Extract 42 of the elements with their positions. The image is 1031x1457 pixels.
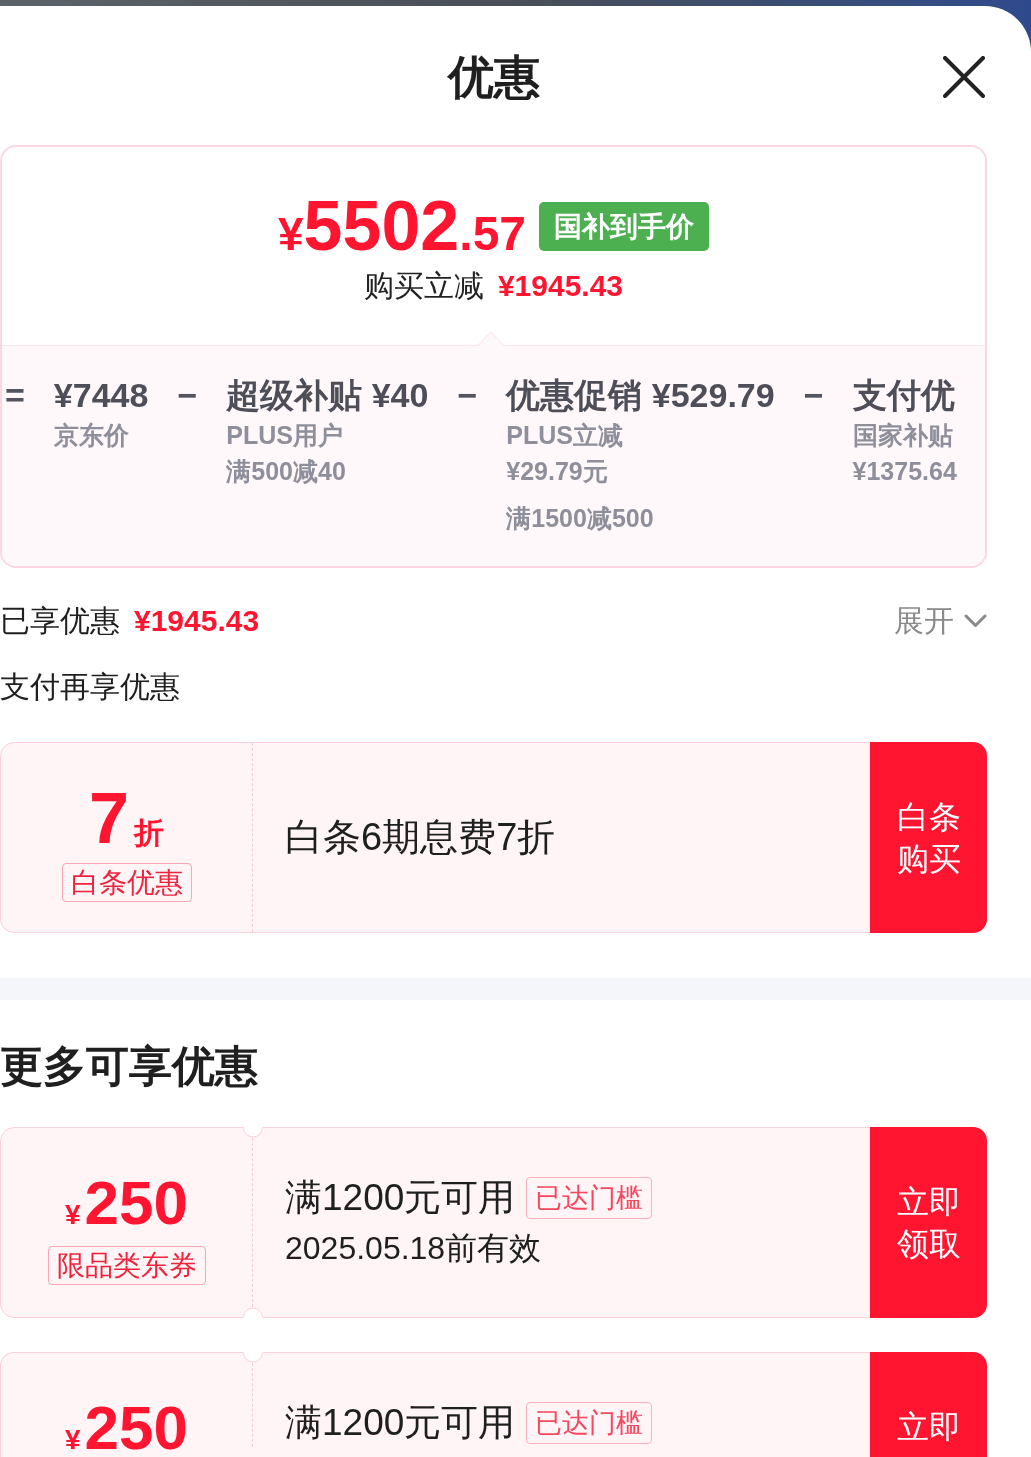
savings-summary-amount: ¥1945.43 bbox=[134, 603, 260, 639]
breakdown-note: ¥1375.64 bbox=[852, 456, 957, 487]
savings-summary-label: 已享优惠 bbox=[0, 603, 120, 639]
voucher-amount: ¥250 bbox=[65, 1400, 188, 1456]
close-button[interactable] bbox=[943, 56, 985, 98]
operator-sign: − bbox=[457, 375, 478, 416]
breakdown-note: 京东价 bbox=[53, 420, 129, 451]
breakdown-note: 国家补贴 bbox=[852, 420, 953, 451]
coupon-condition: 满1200元可用 bbox=[285, 1177, 516, 1219]
breakdown-note: PLUS立减 bbox=[506, 420, 623, 451]
price-badge: 国补到手价 bbox=[539, 201, 710, 251]
breakdown-title: 支付优 bbox=[852, 375, 956, 415]
breakdown-note: 满500减40 bbox=[226, 456, 346, 487]
section-heading: 支付再享优惠 bbox=[0, 669, 180, 705]
breakdown-note: 满1500减500 bbox=[506, 503, 654, 534]
coupon-action-button[interactable]: 白条购买 bbox=[870, 742, 987, 933]
breakdown-title: 优惠促销 ¥529.79 bbox=[506, 375, 775, 415]
coupon-condition: 满1200元可用 bbox=[285, 1402, 516, 1444]
expiry-date: 2025.05.18前有效 bbox=[285, 1229, 542, 1268]
coupon-tag: 限品类东券 bbox=[47, 1246, 206, 1285]
voucher-amount: ¥250 bbox=[65, 1175, 188, 1231]
breakdown-note: PLUS用户 bbox=[226, 420, 343, 451]
breakdown-title: 超级补贴 ¥40 bbox=[226, 375, 429, 415]
operator-sign: − bbox=[177, 375, 198, 416]
sheet-title: 优惠 bbox=[447, 50, 540, 105]
coupon-action-button[interactable]: 立即领取 bbox=[870, 1127, 987, 1318]
threshold-badge: 已达门槛 bbox=[526, 1177, 653, 1219]
breakdown-title: ¥7448 bbox=[53, 375, 149, 415]
coupon-action-button[interactable]: 立即 bbox=[870, 1352, 987, 1457]
discount-rate: 7 折 bbox=[88, 790, 164, 848]
breakdown-note: ¥29.79元 bbox=[506, 456, 608, 487]
threshold-badge: 已达门槛 bbox=[526, 1402, 653, 1444]
expand-toggle[interactable]: 展开 bbox=[894, 603, 987, 639]
savings-amount: ¥1945.43 bbox=[497, 268, 624, 304]
operator-sign: = bbox=[5, 375, 25, 416]
section-heading: 更多可享优惠 bbox=[0, 1041, 258, 1091]
final-price: ¥5502.57 bbox=[277, 190, 527, 262]
close-icon bbox=[943, 56, 985, 98]
coupon-tag: 白条优惠 bbox=[61, 863, 192, 902]
coupon-title: 白条6期息费7折 bbox=[285, 816, 557, 858]
savings-label: 购买立减 bbox=[363, 268, 484, 304]
operator-sign: − bbox=[803, 375, 824, 416]
